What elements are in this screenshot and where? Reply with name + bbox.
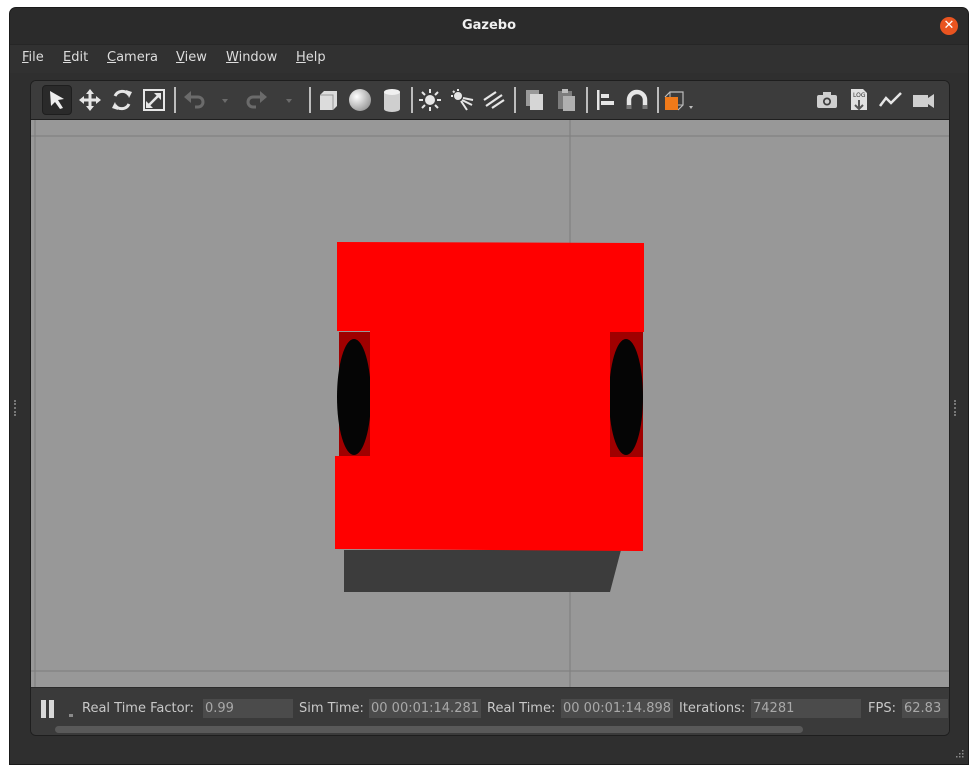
align-icon bbox=[597, 90, 614, 110]
toolbar-separator bbox=[174, 87, 176, 113]
toolbar-separator bbox=[514, 87, 516, 113]
menu-edit[interactable]: Edit bbox=[63, 50, 88, 65]
sphere-icon bbox=[349, 89, 371, 111]
menu-view[interactable]: View bbox=[176, 50, 207, 65]
video-camera-icon bbox=[913, 94, 934, 108]
undo-button[interactable] bbox=[180, 86, 208, 114]
right-wheel bbox=[609, 332, 643, 462]
step-dropdown-icon[interactable] bbox=[69, 714, 73, 717]
scale-icon bbox=[143, 89, 165, 111]
close-icon: ✕ bbox=[943, 18, 955, 33]
undo-dropdown[interactable] bbox=[211, 86, 228, 114]
real-time-value: 00 00:01:14.898 bbox=[561, 699, 673, 718]
left-dock-grip[interactable] bbox=[14, 400, 18, 416]
toolbar-separator bbox=[657, 87, 659, 113]
chevron-down-icon bbox=[286, 99, 292, 103]
chevron-down-icon bbox=[222, 99, 228, 103]
pause-icon bbox=[41, 700, 46, 718]
plot-icon bbox=[879, 92, 902, 107]
box-icon bbox=[320, 91, 337, 110]
rotate-icon bbox=[112, 89, 132, 111]
cylinder-shape-button[interactable] bbox=[378, 86, 406, 114]
fps-value: 62.83 bbox=[902, 699, 948, 718]
log-icon-text: LOG bbox=[853, 92, 866, 99]
pause-icon-bar bbox=[49, 700, 54, 718]
scale-mode-button[interactable] bbox=[140, 86, 168, 114]
gazebo-window: Gazebo ✕ File Edit Camera View Window He… bbox=[10, 8, 968, 764]
menu-window[interactable]: Window bbox=[226, 50, 277, 65]
magnet-icon bbox=[626, 89, 648, 109]
copy-button[interactable] bbox=[520, 86, 548, 114]
spotlight-icon bbox=[451, 89, 474, 111]
cylinder-icon bbox=[384, 89, 400, 112]
rotate-mode-button[interactable] bbox=[108, 86, 136, 114]
title-bar[interactable]: Gazebo ✕ bbox=[10, 8, 968, 44]
directional-light-icon bbox=[483, 91, 505, 109]
directional-light-button[interactable] bbox=[480, 86, 508, 114]
menu-bar: File Edit Camera View Window Help bbox=[10, 44, 968, 73]
plot-button[interactable] bbox=[877, 86, 905, 114]
spot-light-button[interactable] bbox=[448, 86, 476, 114]
left-wheel bbox=[337, 332, 373, 462]
view-angle-button[interactable] bbox=[661, 86, 697, 114]
redo-icon bbox=[246, 91, 267, 109]
real-time-factor-value: 0.99 bbox=[203, 699, 293, 718]
screenshot-button[interactable] bbox=[813, 86, 841, 114]
menu-help[interactable]: Help bbox=[296, 50, 326, 65]
toolbar-separator bbox=[411, 87, 413, 113]
box-shape-button[interactable] bbox=[314, 86, 342, 114]
point-light-button[interactable] bbox=[416, 86, 444, 114]
redo-dropdown[interactable] bbox=[275, 86, 292, 114]
move-arrows-icon bbox=[79, 89, 101, 111]
log-button[interactable]: LOG bbox=[845, 86, 873, 114]
scene-panel: LOG Real Time Factor: 0.99 Sim Time: 00 … bbox=[30, 80, 950, 736]
real-time-factor-label: Real Time Factor: bbox=[82, 701, 195, 716]
iterations-value: 74281 bbox=[751, 699, 861, 718]
status-bar: Real Time Factor: 0.99 Sim Time: 00 00:0… bbox=[31, 687, 949, 735]
close-button[interactable]: ✕ bbox=[940, 17, 958, 35]
record-video-button[interactable] bbox=[909, 86, 937, 114]
copy-icon bbox=[526, 90, 543, 110]
iterations-label: Iterations: bbox=[679, 701, 746, 716]
sphere-shape-button[interactable] bbox=[346, 86, 374, 114]
toolbar-separator bbox=[309, 87, 311, 113]
paste-button[interactable] bbox=[552, 86, 580, 114]
sun-icon bbox=[419, 89, 441, 111]
toolbar-separator bbox=[586, 87, 588, 113]
undo-icon bbox=[184, 91, 205, 109]
camera-icon bbox=[817, 92, 837, 108]
menu-file[interactable]: File bbox=[22, 50, 44, 65]
fps-label: FPS: bbox=[868, 701, 896, 716]
sim-time-label: Sim Time: bbox=[299, 701, 364, 716]
resize-grip-icon[interactable] bbox=[954, 750, 964, 760]
real-time-label: Real Time: bbox=[487, 701, 556, 716]
robot-shadow bbox=[344, 550, 621, 592]
menu-camera[interactable]: Camera bbox=[107, 50, 158, 65]
translate-mode-button[interactable] bbox=[76, 86, 104, 114]
arrow-pointer-icon bbox=[50, 91, 64, 109]
orange-cube-icon bbox=[664, 91, 693, 111]
toolbar: LOG bbox=[31, 81, 949, 120]
log-icon: LOG bbox=[851, 89, 867, 111]
sim-time-value: 00 00:01:14.281 bbox=[369, 699, 481, 718]
align-button[interactable] bbox=[591, 86, 619, 114]
redo-button[interactable] bbox=[243, 86, 271, 114]
window-title: Gazebo bbox=[461, 18, 517, 33]
robot-chassis[interactable] bbox=[335, 242, 644, 551]
snap-button[interactable] bbox=[623, 86, 651, 114]
select-mode-button[interactable] bbox=[42, 85, 72, 115]
horizontal-scrollbar[interactable] bbox=[55, 726, 803, 733]
scene-render bbox=[31, 120, 949, 687]
3d-viewport[interactable] bbox=[31, 120, 949, 687]
pause-button[interactable] bbox=[41, 700, 57, 718]
paste-icon bbox=[558, 89, 575, 111]
right-dock-grip[interactable] bbox=[954, 400, 958, 416]
